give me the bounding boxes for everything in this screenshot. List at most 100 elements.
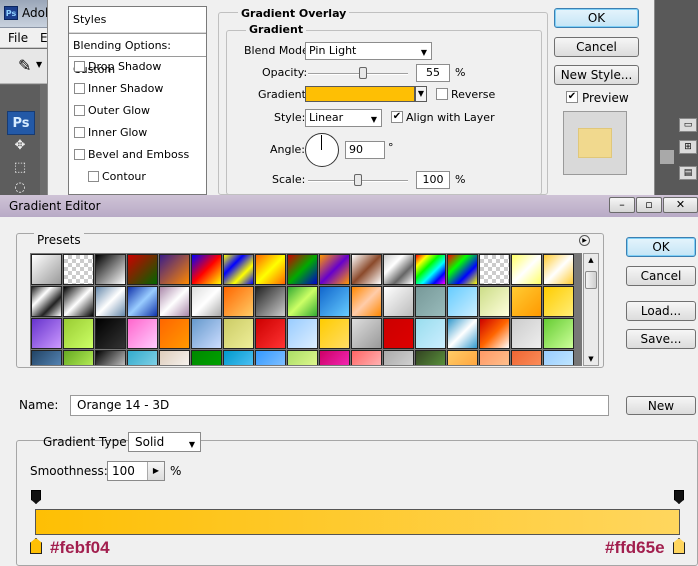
preset-swatch[interactable] [223, 286, 254, 317]
preset-swatch[interactable] [383, 286, 414, 317]
angle-input[interactable]: 90 [345, 141, 385, 159]
preset-swatch[interactable] [351, 286, 382, 317]
reverse-checkbox[interactable] [436, 88, 448, 100]
preset-swatch[interactable] [255, 350, 286, 365]
preset-swatch[interactable] [95, 350, 126, 365]
eyedropper-icon[interactable]: ✎ [18, 56, 31, 75]
chevron-down-icon[interactable]: ▼ [36, 60, 42, 69]
preset-swatch[interactable] [351, 318, 382, 349]
preset-swatch[interactable] [415, 286, 446, 317]
preset-swatch[interactable] [415, 350, 446, 365]
scroll-up-icon[interactable]: ▲ [584, 254, 598, 266]
preset-swatch[interactable] [159, 254, 190, 285]
preset-swatch[interactable] [447, 254, 478, 285]
preset-swatch[interactable] [159, 318, 190, 349]
preset-swatch[interactable] [383, 318, 414, 349]
inner-glow-checkbox[interactable] [74, 127, 85, 138]
preset-swatch[interactable] [63, 318, 94, 349]
angle-dial[interactable] [305, 133, 339, 167]
preset-swatch[interactable] [63, 350, 94, 365]
preset-swatch[interactable] [287, 350, 318, 365]
move-tool-icon[interactable]: ✥ [10, 138, 30, 156]
drop-shadow-label[interactable]: Drop Shadow [88, 60, 161, 73]
preset-swatch[interactable] [479, 286, 510, 317]
preset-swatch[interactable] [287, 254, 318, 285]
preset-swatch[interactable] [127, 254, 158, 285]
align-checkbox[interactable]: ✔ [391, 111, 403, 123]
load-button[interactable]: Load... [626, 301, 696, 321]
gradient-preview[interactable] [305, 86, 415, 102]
gradient-bar[interactable] [35, 509, 680, 535]
preset-swatch[interactable] [255, 318, 286, 349]
preset-swatch[interactable] [95, 286, 126, 317]
bevel-emboss-checkbox[interactable] [74, 149, 85, 160]
preset-swatch[interactable] [479, 254, 510, 285]
opacity-input[interactable]: 55 [416, 64, 450, 82]
preset-swatch[interactable] [415, 254, 446, 285]
reverse-label[interactable]: Reverse [451, 88, 495, 101]
preset-swatch[interactable] [447, 350, 478, 365]
preset-swatch[interactable] [319, 350, 350, 365]
contour-checkbox[interactable] [88, 171, 99, 182]
preset-swatch[interactable] [319, 254, 350, 285]
preset-swatch[interactable] [543, 350, 574, 365]
new-button[interactable]: New [626, 396, 696, 415]
close-button[interactable]: ✕ [663, 197, 698, 213]
blend-mode-select[interactable]: Pin Light ▼ [305, 42, 432, 60]
preset-swatch[interactable] [319, 286, 350, 317]
preset-swatch[interactable] [543, 318, 574, 349]
outer-glow-label[interactable]: Outer Glow [88, 104, 150, 117]
preview-label[interactable]: Preview [582, 91, 629, 105]
preset-swatch[interactable] [287, 318, 318, 349]
preset-swatch[interactable] [415, 318, 446, 349]
cancel-button[interactable]: Cancel [626, 266, 696, 286]
maximize-button[interactable]: ▫ [636, 197, 662, 213]
preset-swatch[interactable] [159, 350, 190, 365]
layer-style-cancel-button[interactable]: Cancel [554, 37, 639, 57]
minimize-button[interactable]: – [609, 197, 635, 213]
preset-swatch[interactable] [127, 318, 158, 349]
preset-swatch[interactable] [447, 286, 478, 317]
presets-scrollbar[interactable] [583, 253, 599, 366]
menu-file[interactable]: File [8, 31, 28, 45]
opacity-slider-thumb[interactable] [359, 67, 367, 79]
preset-swatch[interactable] [191, 254, 222, 285]
panel-icon-2[interactable]: ⊞ [679, 140, 697, 154]
scale-input[interactable]: 100 [416, 171, 450, 189]
preset-swatch[interactable] [31, 286, 62, 317]
inner-shadow-checkbox[interactable] [74, 83, 85, 94]
gradient-type-select[interactable]: Solid ▼ [128, 432, 201, 452]
styles-header[interactable]: Styles [69, 7, 206, 33]
preset-swatch[interactable] [255, 254, 286, 285]
style-select[interactable]: Linear ▼ [305, 109, 382, 127]
scale-slider-thumb[interactable] [354, 174, 362, 186]
preset-swatch[interactable] [255, 286, 286, 317]
opacity-slider-track[interactable] [308, 73, 408, 75]
preset-swatch[interactable] [479, 318, 510, 349]
preset-swatch[interactable] [319, 318, 350, 349]
layer-style-ok-button[interactable]: OK [554, 8, 639, 28]
bevel-emboss-label[interactable]: Bevel and Emboss [88, 148, 189, 161]
scrollbar-handle[interactable] [660, 150, 674, 164]
preset-swatch[interactable] [223, 254, 254, 285]
preset-swatch[interactable] [191, 318, 222, 349]
blending-options-item[interactable]: Blending Options: Custom [69, 33, 206, 76]
preset-swatch[interactable] [159, 286, 190, 317]
preset-swatch[interactable] [31, 254, 62, 285]
preset-swatch[interactable] [191, 286, 222, 317]
preset-swatch[interactable] [447, 318, 478, 349]
align-label[interactable]: Align with Layer [406, 111, 495, 124]
preset-swatch[interactable] [63, 254, 94, 285]
preset-swatch[interactable] [511, 286, 542, 317]
ok-button[interactable]: OK [626, 237, 696, 257]
preset-swatch[interactable] [479, 350, 510, 365]
drop-shadow-checkbox[interactable] [74, 61, 85, 72]
panel-icon-1[interactable]: ▭ [679, 118, 697, 132]
contour-label[interactable]: Contour [102, 170, 146, 183]
preset-swatch[interactable] [31, 318, 62, 349]
preset-swatch[interactable] [223, 318, 254, 349]
preset-swatch[interactable] [511, 318, 542, 349]
panel-icon-3[interactable]: ▤ [679, 166, 697, 180]
preset-swatch[interactable] [127, 350, 158, 365]
preset-swatch[interactable] [383, 350, 414, 365]
